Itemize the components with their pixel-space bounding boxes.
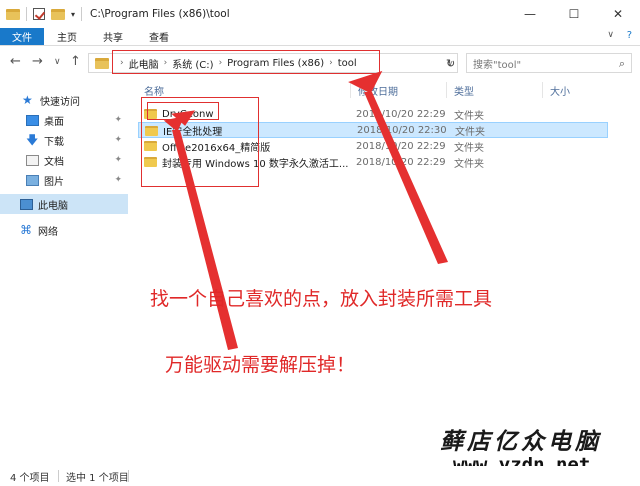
refresh-icon[interactable]: ↻	[446, 57, 455, 70]
close-button[interactable]: ✕	[596, 0, 640, 28]
download-icon: 🡇	[26, 132, 39, 147]
status-selected-count: 选中 1 个项目	[66, 472, 129, 484]
tab-file[interactable]: 文件	[0, 28, 44, 45]
sidebar-item-this-pc[interactable]: 此电脑	[0, 194, 128, 214]
window-title: C:\Program Files (x86)\tool	[90, 8, 230, 20]
column-date-modified[interactable]: 修改日期	[358, 80, 398, 100]
pin-icon[interactable]: ✦	[114, 115, 122, 125]
sidebar-item-desktop[interactable]: 桌面 ✦	[0, 110, 128, 130]
collapse-ribbon-icon[interactable]: ∨	[607, 30, 614, 40]
sidebar-item-pictures[interactable]: 图片 ✦	[0, 170, 128, 190]
pin-icon[interactable]: ✦	[114, 155, 122, 165]
annotation-note-driver: 万能驱动需要解压掉！	[165, 354, 356, 376]
search-icon: ⌕	[618, 57, 625, 70]
maximize-button[interactable]: ☐	[552, 0, 596, 28]
search-input[interactable]: 搜索"tool" ⌕	[466, 53, 632, 73]
navigation-pane: ★ 快速访问 桌面 ✦ 🡇 下载 ✦ 文档 ✦ 图片 ✦ 此电脑 ⌘ 网络	[0, 80, 128, 465]
address-annotation-box	[112, 50, 380, 74]
tab-home[interactable]: 主页	[44, 28, 90, 45]
folder-icon	[6, 8, 20, 20]
network-icon: ⌘	[20, 222, 32, 237]
document-icon	[26, 154, 39, 166]
sidebar-item-quick-access[interactable]: ★ 快速访问	[0, 90, 128, 110]
file-type: 文件夹	[454, 142, 484, 154]
search-placeholder: 搜索"tool"	[473, 59, 522, 71]
chevron-down-icon[interactable]: ▾	[71, 10, 75, 19]
new-folder-icon[interactable]	[51, 8, 65, 20]
column-type[interactable]: 类型	[454, 80, 474, 100]
tab-view[interactable]: 查看	[136, 28, 182, 45]
pictures-icon	[26, 174, 39, 186]
file-date: 2018/10/20 22:29	[356, 140, 446, 152]
status-item-count: 4 个项目	[10, 472, 50, 484]
recent-chevron-icon[interactable]: ∨	[54, 57, 61, 67]
desktop-icon	[26, 114, 39, 126]
file-type: 文件夹	[455, 126, 485, 138]
file-date: 2018/10/20 22:29	[356, 156, 446, 168]
sidebar-item-downloads[interactable]: 🡇 下载 ✦	[0, 130, 128, 150]
file-type: 文件夹	[454, 158, 484, 170]
star-icon: ★	[22, 92, 33, 107]
ribbon-tabs: 文件 主页 共享 查看 ∨ ?	[0, 28, 640, 46]
back-icon[interactable]: ←	[10, 54, 21, 69]
up-icon[interactable]: ↑	[70, 54, 81, 69]
sidebar-item-network[interactable]: ⌘ 网络	[0, 220, 128, 240]
driver-annotation-box	[147, 102, 219, 120]
minimize-button[interactable]: —	[508, 0, 552, 28]
column-size[interactable]: 大小	[550, 80, 570, 100]
tab-share[interactable]: 共享	[90, 28, 136, 45]
status-bar: 4 个项目 选中 1 个项目	[0, 466, 640, 486]
help-icon[interactable]: ?	[627, 30, 632, 41]
sidebar-item-documents[interactable]: 文档 ✦	[0, 150, 128, 170]
title-bar: ▾ C:\Program Files (x86)\tool — ☐ ✕	[0, 0, 640, 28]
pin-icon[interactable]: ✦	[114, 175, 122, 185]
properties-icon[interactable]	[33, 8, 45, 20]
forward-icon[interactable]: →	[32, 54, 43, 69]
annotation-note-tools: 找一个自己喜欢的点，放入封装所需工具	[150, 288, 493, 310]
computer-icon	[20, 198, 33, 210]
watermark-brand: 藓店亿众电脑	[440, 428, 602, 455]
folder-icon	[95, 57, 109, 69]
quick-access-toolbar: ▾	[0, 7, 83, 21]
pin-icon[interactable]: ✦	[114, 135, 122, 145]
file-date: 2018/10/20 22:30	[357, 124, 447, 136]
file-date: 2018/10/20 22:29	[356, 108, 446, 120]
file-type: 文件夹	[454, 110, 484, 122]
